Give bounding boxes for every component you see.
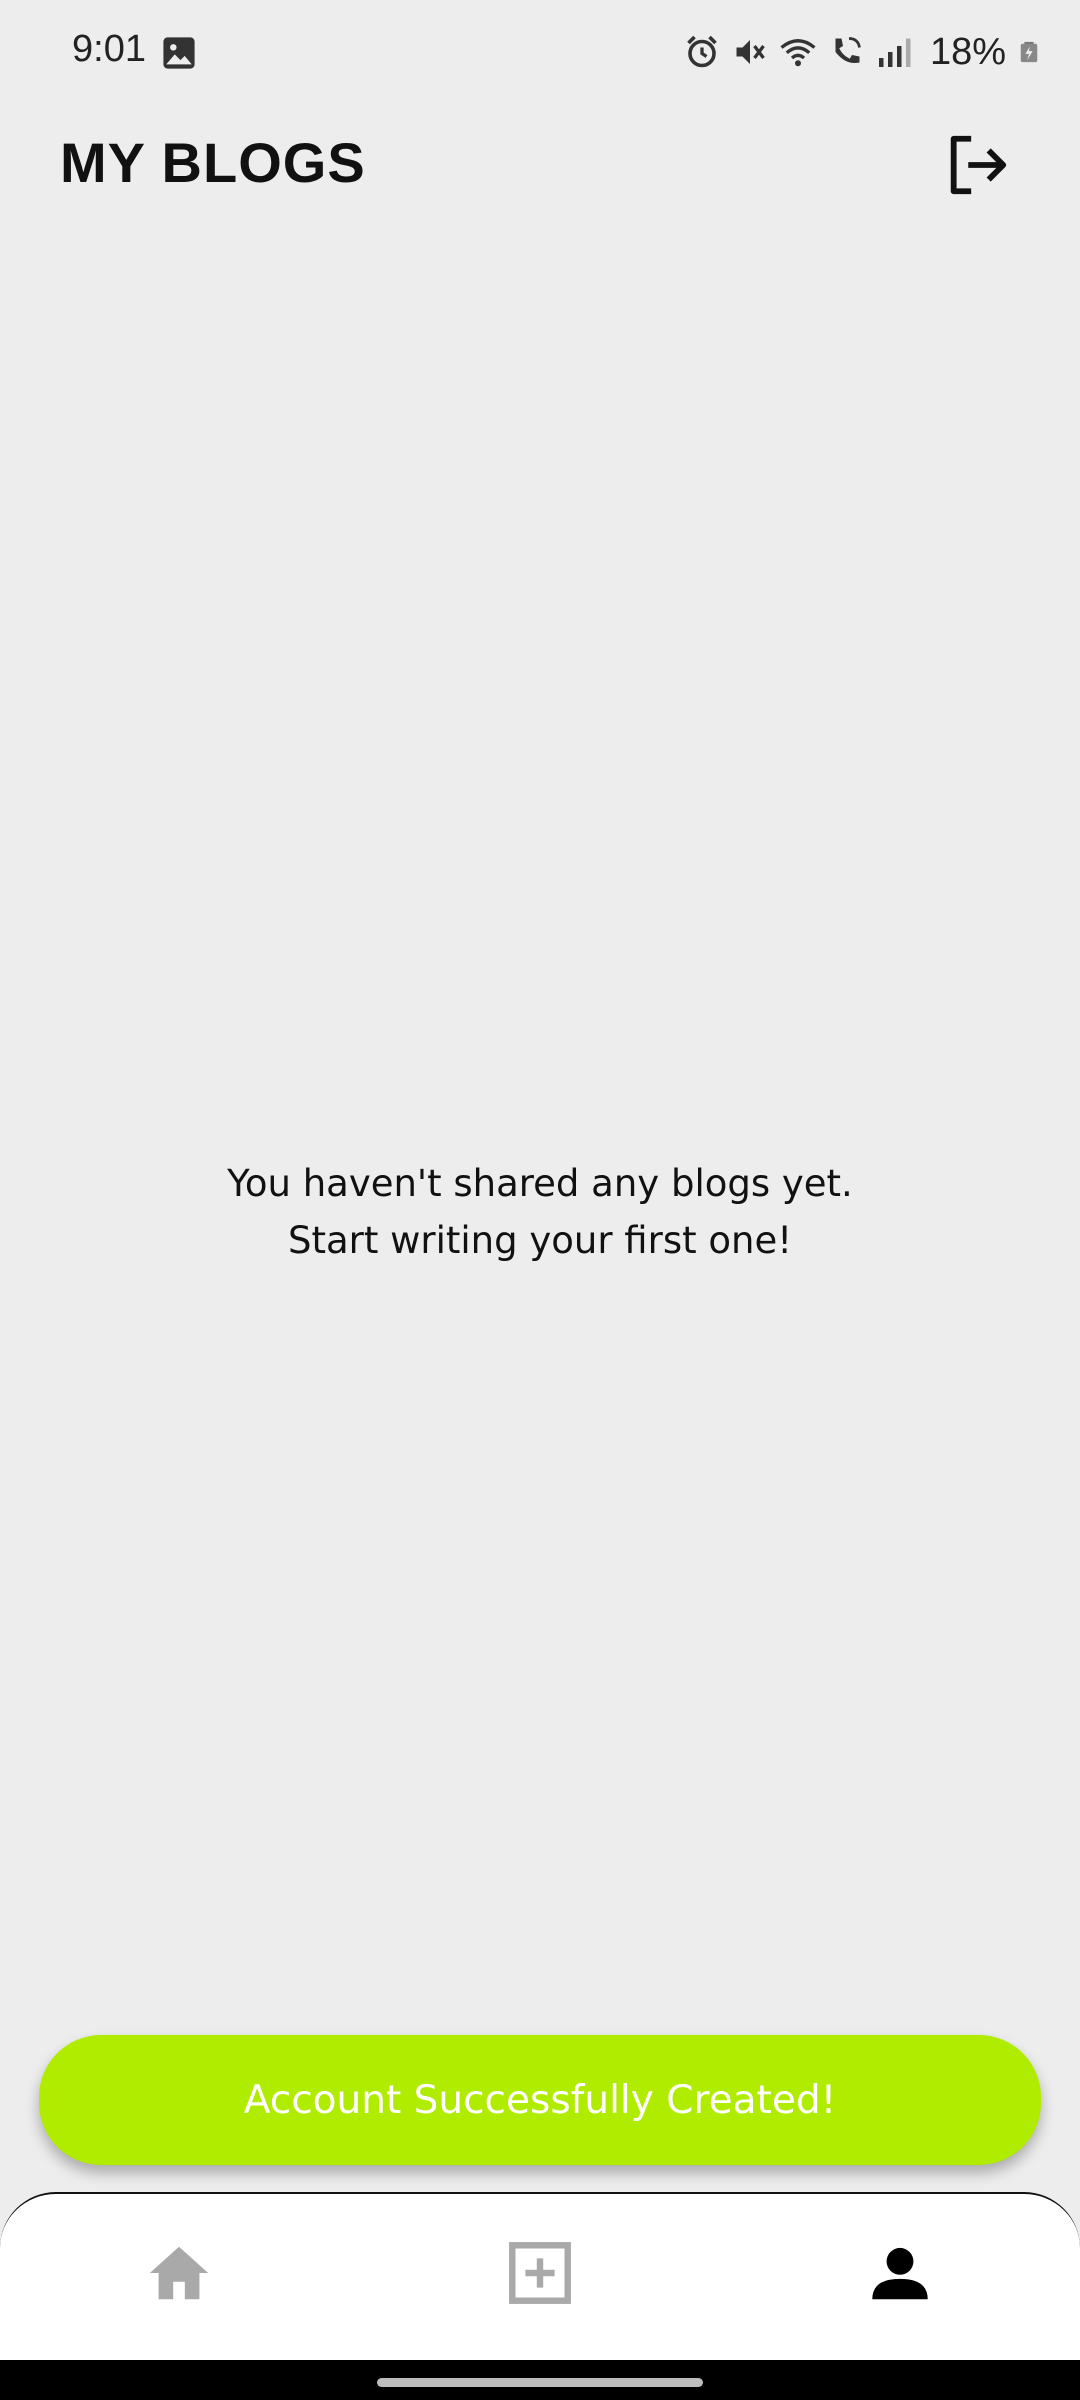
status-time: 9:01 bbox=[72, 28, 146, 70]
bottom-navigation bbox=[0, 2192, 1080, 2360]
person-icon[interactable] bbox=[865, 2238, 935, 2308]
battery-percent: 18% bbox=[929, 30, 1006, 73]
gallery-icon bbox=[163, 37, 195, 69]
empty-state-line-2: Start writing your first one! bbox=[287, 1219, 793, 1262]
empty-state-line-1: You haven't shared any blogs yet. bbox=[227, 1162, 853, 1205]
alarm-icon bbox=[687, 35, 717, 68]
screen: 9:01 18% MY BLOGS You haven't shared any… bbox=[0, 0, 1080, 2400]
add-box-icon[interactable] bbox=[505, 2238, 575, 2308]
logout-icon[interactable] bbox=[942, 130, 1012, 200]
wifi-call-icon bbox=[835, 37, 861, 64]
status-icons: 18% bbox=[684, 26, 1040, 78]
wifi-icon bbox=[780, 39, 816, 67]
snackbar-message: Account Successfully Created! bbox=[243, 2077, 837, 2123]
page-title: MY BLOGS bbox=[60, 131, 366, 194]
mute-icon bbox=[736, 40, 765, 64]
status-bar: 9:01 18% bbox=[0, 0, 1080, 104]
system-gesture-bar bbox=[0, 2360, 1080, 2400]
signal-icon bbox=[878, 38, 911, 67]
gesture-handle[interactable] bbox=[377, 2378, 703, 2387]
success-snackbar: Account Successfully Created! bbox=[39, 2035, 1041, 2165]
app-header: MY BLOGS bbox=[0, 110, 1080, 220]
battery-charging-icon bbox=[1020, 41, 1038, 63]
home-icon[interactable] bbox=[144, 2238, 214, 2308]
empty-state-message: You haven't shared any blogs yet. Start … bbox=[0, 1155, 1080, 1269]
